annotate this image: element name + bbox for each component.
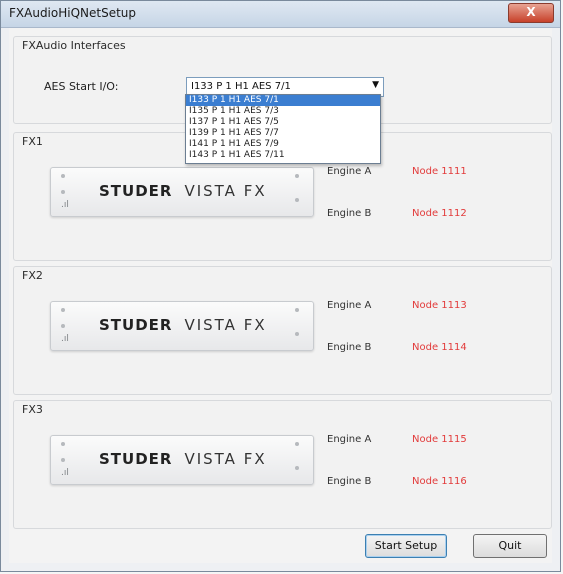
device-brand: STUDER VISTA FX xyxy=(99,450,267,468)
fx2-engine-b-label: Engine B xyxy=(327,342,372,353)
device-brand-name: STUDER xyxy=(99,450,173,468)
fx1-node-a: Node 1111 xyxy=(412,166,467,177)
fx2-label: FX2 xyxy=(22,269,43,282)
chevron-down-icon[interactable]: ▼ xyxy=(372,80,379,90)
aes-start-value: I133 P 1 H1 AES 7/1 xyxy=(191,81,291,92)
device-screw-dot xyxy=(61,324,65,328)
fx2-device-image: .ıl STUDER VISTA FX xyxy=(50,301,314,351)
start-setup-button[interactable]: Start Setup xyxy=(365,534,447,558)
device-leds: .ıl xyxy=(61,334,69,344)
device-screw-dot xyxy=(295,466,299,470)
aes-start-dropdown-list: I133 P 1 H1 AES 7/1 I135 P 1 H1 AES 7/3 … xyxy=(185,94,381,164)
fx3-label: FX3 xyxy=(22,403,43,416)
setup-window: FXAudioHiQNetSetup X FXAudio Interfaces … xyxy=(0,0,561,572)
dropdown-option[interactable]: I143 P 1 H1 AES 7/11 xyxy=(186,150,380,161)
fx1-device-image: .ıl STUDER VISTA FX xyxy=(50,167,314,217)
device-screw-dot xyxy=(295,198,299,202)
quit-button[interactable]: Quit xyxy=(473,534,547,558)
fx3-engine-a-label: Engine A xyxy=(327,434,372,445)
fx1-node-b: Node 1112 xyxy=(412,208,467,219)
fx1-engine-b-label: Engine B xyxy=(327,208,372,219)
dropdown-option[interactable]: I133 P 1 H1 AES 7/1 xyxy=(186,95,380,106)
fx2-node-a: Node 1113 xyxy=(412,300,467,311)
dropdown-option[interactable]: I139 P 1 H1 AES 7/7 xyxy=(186,128,380,139)
device-screw-dot xyxy=(295,442,299,446)
close-button[interactable]: X xyxy=(508,3,554,23)
fx2-group: FX2 .ıl STUDER VISTA FX Engine A Node 111… xyxy=(13,266,552,395)
device-model-name: VISTA FX xyxy=(184,316,267,334)
fx3-node-b: Node 1116 xyxy=(412,476,467,487)
device-screw-dot xyxy=(61,308,65,312)
device-brand: STUDER VISTA FX xyxy=(99,182,267,200)
device-screw-dot xyxy=(295,308,299,312)
device-leds: .ıl xyxy=(61,200,69,210)
device-screw-dot xyxy=(61,174,65,178)
device-screw-dot xyxy=(61,190,65,194)
device-screw-dot xyxy=(295,174,299,178)
device-model-name: VISTA FX xyxy=(184,182,267,200)
fx1-engine-a-label: Engine A xyxy=(327,166,372,177)
device-brand: STUDER VISTA FX xyxy=(99,316,267,334)
content-area: FXAudio Interfaces AES Start I/O: I133 P… xyxy=(9,28,552,563)
fx2-engine-a-label: Engine A xyxy=(327,300,372,311)
device-model-name: VISTA FX xyxy=(184,450,267,468)
fx3-device-image: .ıl STUDER VISTA FX xyxy=(50,435,314,485)
fx3-engine-b-label: Engine B xyxy=(327,476,372,487)
aes-start-label: AES Start I/O: xyxy=(44,80,119,93)
fx2-node-b: Node 1114 xyxy=(412,342,467,353)
device-screw-dot xyxy=(61,458,65,462)
fx3-group: FX3 .ıl STUDER VISTA FX Engine A Node 111… xyxy=(13,400,552,529)
dropdown-option[interactable]: I135 P 1 H1 AES 7/3 xyxy=(186,106,380,117)
interfaces-group-label: FXAudio Interfaces xyxy=(22,39,126,52)
dropdown-option[interactable]: I141 P 1 H1 AES 7/9 xyxy=(186,139,380,150)
device-brand-name: STUDER xyxy=(99,316,173,334)
device-leds: .ıl xyxy=(61,468,69,478)
device-screw-dot xyxy=(295,332,299,336)
window-title: FXAudioHiQNetSetup xyxy=(9,6,137,20)
dropdown-option[interactable]: I137 P 1 H1 AES 7/5 xyxy=(186,117,380,128)
fx3-node-a: Node 1115 xyxy=(412,434,467,445)
fx1-label: FX1 xyxy=(22,135,43,148)
device-screw-dot xyxy=(61,442,65,446)
title-bar[interactable]: FXAudioHiQNetSetup X xyxy=(1,1,560,28)
device-brand-name: STUDER xyxy=(99,182,173,200)
